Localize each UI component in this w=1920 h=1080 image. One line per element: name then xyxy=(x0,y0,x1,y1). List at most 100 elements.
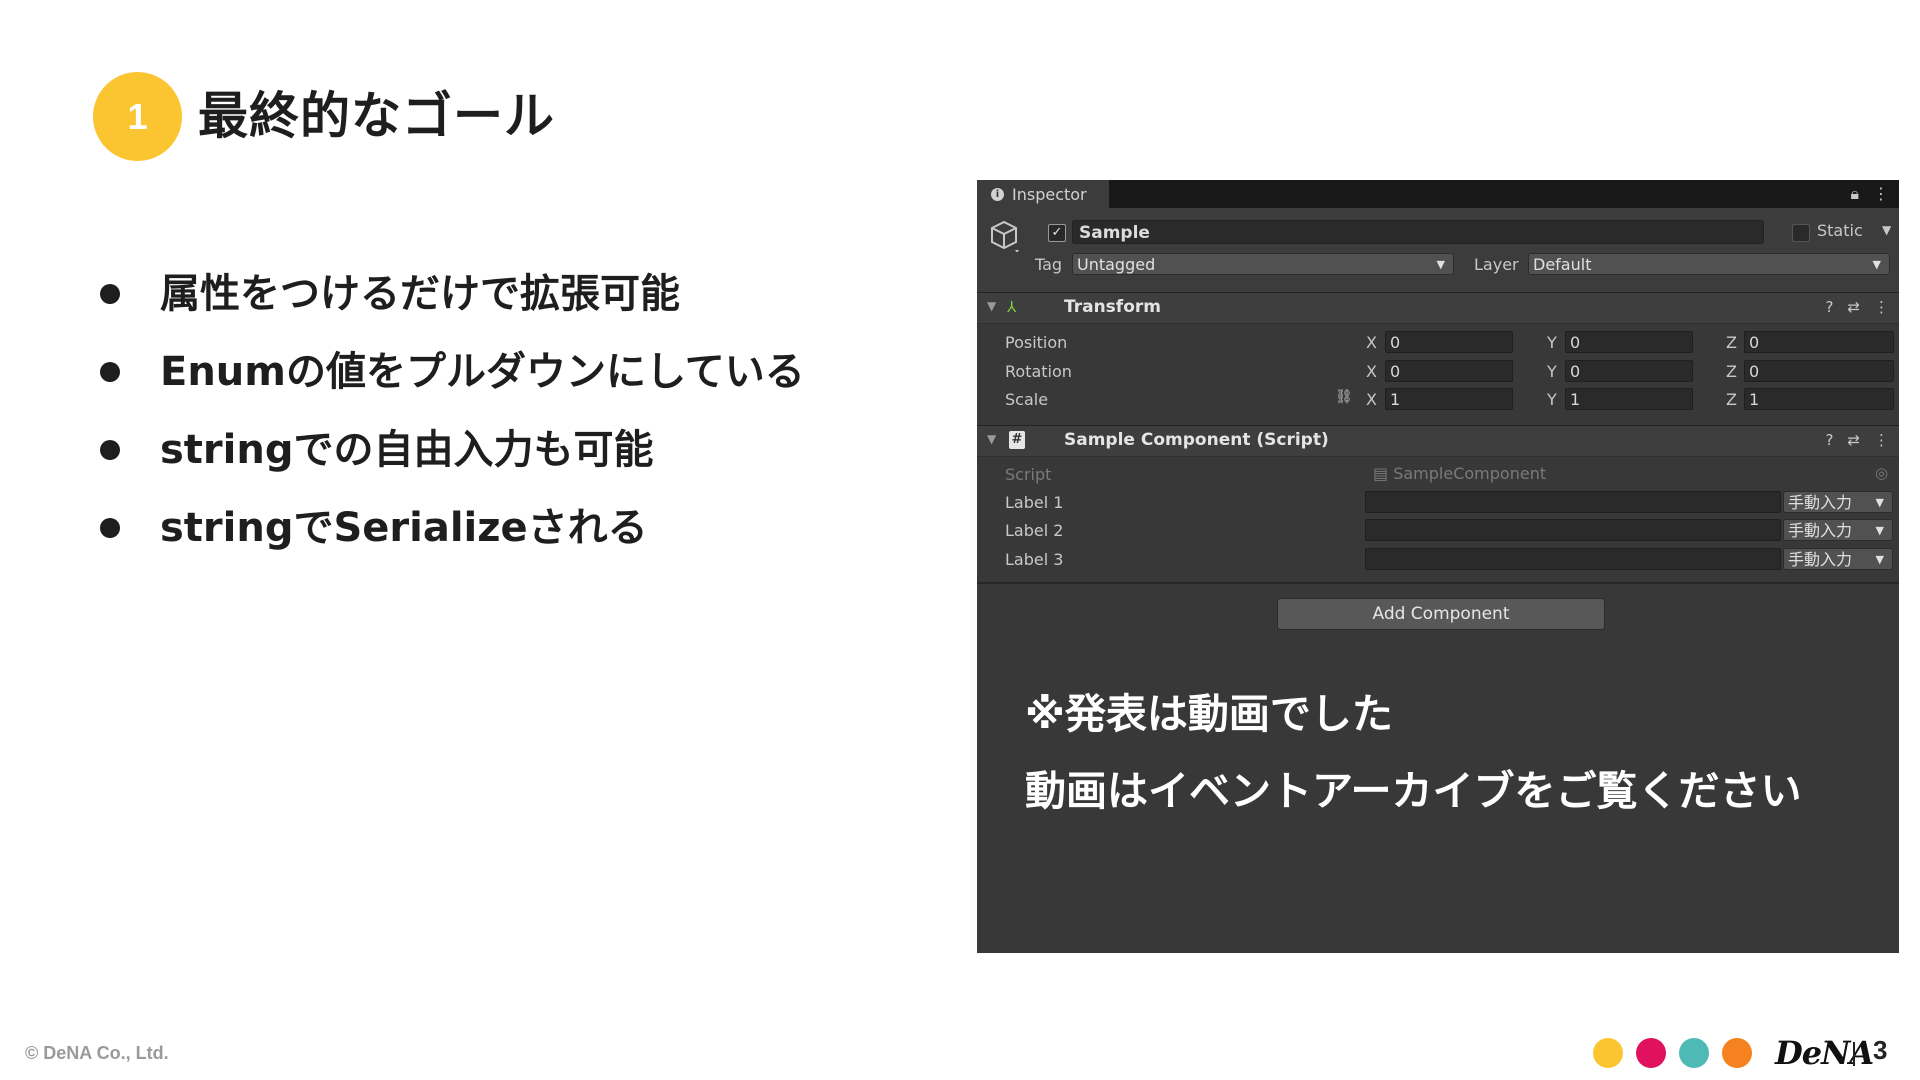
tab-inspector-label: Inspector xyxy=(1012,184,1087,204)
bullet-dot-icon xyxy=(100,440,120,460)
position-x-field[interactable]: 0 xyxy=(1385,331,1513,353)
axis-z-label: Z xyxy=(1726,390,1737,409)
overlay-note-line2: 動画はイベントアーカイブをご覧ください xyxy=(1025,767,1802,815)
layer-dropdown[interactable]: Default ▼ xyxy=(1528,253,1890,275)
bullet-text: Enumの値をプルダウンにしている xyxy=(160,349,805,395)
scale-z-field[interactable]: 1 xyxy=(1744,388,1894,410)
axis-z-label: Z xyxy=(1726,362,1737,381)
bullet-item: stringでの自由入力も可能 xyxy=(100,411,805,489)
help-icon[interactable]: ? xyxy=(1825,431,1833,449)
tag-label: Tag xyxy=(1035,255,1063,274)
fold-arrow-icon[interactable]: ▼ xyxy=(987,432,996,446)
rotation-label: Rotation xyxy=(1005,362,1072,381)
axis-x-label: X xyxy=(1366,333,1377,352)
preset-icon[interactable]: ⇄ xyxy=(1847,431,1860,449)
rotation-y-field[interactable]: 0 xyxy=(1565,360,1693,382)
layer-label: Layer xyxy=(1474,255,1519,274)
tag-dropdown[interactable]: Untagged ▼ xyxy=(1072,253,1454,275)
script-value: SampleComponent xyxy=(1393,464,1547,483)
brand-dot-yellow-icon xyxy=(1593,1038,1623,1068)
add-component-button[interactable]: Add Component xyxy=(1277,598,1605,630)
position-label: Position xyxy=(1005,333,1068,352)
sample-component-header[interactable]: ▼ # Sample Component (Script) ? ⇄ ⋮ xyxy=(977,425,1899,457)
page-number: 3 xyxy=(1873,1035,1888,1065)
transform-header[interactable]: ▼ ⅄ Transform ? ⇄ ⋮ xyxy=(977,292,1899,324)
static-checkbox[interactable] xyxy=(1792,224,1810,242)
scale-x-field[interactable]: 1 xyxy=(1385,388,1513,410)
label2-mode-dropdown[interactable]: 手動入力 ▼ xyxy=(1783,519,1893,541)
bullet-item: Enumの値をプルダウンにしている xyxy=(100,333,805,411)
axis-y-label: Y xyxy=(1547,333,1557,352)
transform-title: Transform xyxy=(1064,297,1161,317)
script-object-field: ▤ SampleComponent xyxy=(1373,464,1546,483)
help-icon[interactable]: ? xyxy=(1825,298,1833,316)
scale-y-field[interactable]: 1 xyxy=(1565,388,1693,410)
brand-dot-teal-icon xyxy=(1679,1038,1709,1068)
layer-dropdown-value: Default xyxy=(1533,255,1592,274)
sample-component-title: Sample Component (Script) xyxy=(1064,430,1329,450)
brand-logo: DeNA xyxy=(1775,1034,1874,1072)
label2-label: Label 2 xyxy=(1005,521,1064,540)
chevron-down-icon: ▼ xyxy=(1875,496,1884,509)
brand-dot-orange-icon xyxy=(1722,1038,1752,1068)
label1-mode-dropdown[interactable]: 手動入力 ▼ xyxy=(1783,491,1893,513)
preset-icon[interactable]: ⇄ xyxy=(1847,298,1860,316)
bullet-dot-icon xyxy=(100,362,120,382)
axis-x-label: X xyxy=(1366,362,1377,381)
axis-y-label: Y xyxy=(1547,390,1557,409)
bullet-text: 属性をつけるだけで拡張可能 xyxy=(160,271,680,317)
components-divider xyxy=(977,582,1899,584)
slide-title: 最終的なゴール xyxy=(198,87,555,145)
label2-text-field[interactable] xyxy=(1365,519,1781,541)
bullet-text: stringでSerializeされる xyxy=(160,505,648,551)
kebab-menu-icon[interactable]: ⋮ xyxy=(1874,298,1889,316)
axis-x-label: X xyxy=(1366,390,1377,409)
label1-text-field[interactable] xyxy=(1365,491,1781,513)
tag-dropdown-value: Untagged xyxy=(1077,255,1156,274)
chevron-down-icon: ▼ xyxy=(1436,258,1445,271)
bullet-item: stringでSerializeされる xyxy=(100,489,805,567)
object-name-field[interactable]: Sample xyxy=(1072,220,1764,244)
bullet-dot-icon xyxy=(100,284,120,304)
rotation-z-field[interactable]: 0 xyxy=(1744,360,1894,382)
label3-mode-value: 手動入力 xyxy=(1788,550,1853,569)
position-y-field[interactable]: 0 xyxy=(1565,331,1693,353)
overlay-note-line1: ※発表は動画でした xyxy=(1025,690,1393,738)
chevron-down-icon: ▼ xyxy=(1875,553,1884,566)
kebab-menu-icon[interactable]: ⋮ xyxy=(1873,184,1889,204)
chevron-down-icon: ▼ xyxy=(1875,524,1884,537)
footer-copyright: © DeNA Co., Ltd. xyxy=(25,1043,169,1063)
lock-icon[interactable]: 🔒︎ xyxy=(1850,184,1859,204)
label3-label: Label 3 xyxy=(1005,550,1064,569)
chevron-down-icon: ▼ xyxy=(1872,258,1881,271)
brand-dot-pink-icon xyxy=(1636,1038,1666,1068)
info-icon: i xyxy=(991,187,1004,201)
label1-label: Label 1 xyxy=(1005,493,1064,512)
link-broken-icon[interactable]: ⛓ xyxy=(1335,389,1353,405)
footer-separator xyxy=(1853,1042,1855,1066)
axis-y-label: Y xyxy=(1547,362,1557,381)
inspector-tab-bar: i Inspector 🔒︎ ⋮ xyxy=(977,180,1899,208)
label2-mode-value: 手動入力 xyxy=(1788,521,1853,540)
label3-text-field[interactable] xyxy=(1365,548,1781,570)
slide-number-badge: 1 xyxy=(93,72,182,161)
brand-dots xyxy=(1593,1038,1752,1068)
fold-arrow-icon[interactable]: ▼ xyxy=(987,299,996,313)
kebab-menu-icon[interactable]: ⋮ xyxy=(1874,431,1889,449)
label3-mode-dropdown[interactable]: 手動入力 ▼ xyxy=(1783,548,1893,570)
inspector-panel: i Inspector 🔒︎ ⋮ ✓ Sample Static ▼ Tag U… xyxy=(977,180,1899,953)
axis-z-label: Z xyxy=(1726,333,1737,352)
bullet-dot-icon xyxy=(100,518,120,538)
static-dropdown-caret-icon[interactable]: ▼ xyxy=(1882,223,1891,237)
tab-inspector[interactable]: i Inspector xyxy=(977,180,1109,208)
object-picker-icon: ◎ xyxy=(1875,464,1889,482)
bullet-item: 属性をつけるだけで拡張可能 xyxy=(100,255,805,333)
rotation-x-field[interactable]: 0 xyxy=(1385,360,1513,382)
static-label: Static xyxy=(1817,221,1863,240)
gameobject-cube-icon[interactable] xyxy=(987,218,1021,252)
active-checkbox[interactable]: ✓ xyxy=(1048,224,1066,242)
transform-axes-icon: ⅄ xyxy=(1007,298,1017,316)
script-hash-icon: # xyxy=(1009,431,1025,449)
position-z-field[interactable]: 0 xyxy=(1744,331,1894,353)
scale-label: Scale xyxy=(1005,390,1049,409)
